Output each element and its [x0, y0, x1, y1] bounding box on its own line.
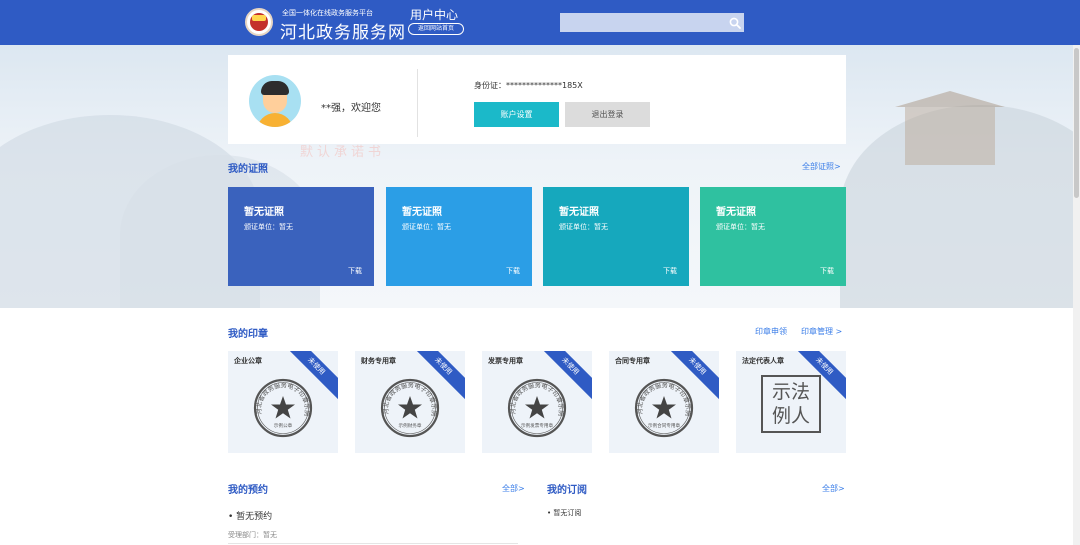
user-center-title: 用户中心	[410, 8, 459, 22]
account-settings-button[interactable]: 账户设置	[474, 102, 559, 127]
subscriptions-title: 我的订阅	[547, 485, 587, 496]
subscription-item: • 暂无订阅	[547, 509, 582, 517]
certificate-card[interactable]: 暂无证照 颁证单位：暂无 下载	[543, 187, 689, 286]
certificate-download-link[interactable]: 下载	[663, 266, 677, 276]
appointments-title: 我的预约	[228, 485, 268, 496]
search-icon	[729, 17, 741, 29]
certificate-card[interactable]: 暂无证照 颁证单位：暂无 下载	[386, 187, 532, 286]
profile-card: **强，欢迎您 身份证：**************185X 账户设置 退出登录	[228, 55, 846, 144]
seal-star-icon	[271, 396, 295, 419]
certificate-unit: 颁证单位：暂无	[716, 223, 765, 231]
seal-name: 财务专用章	[361, 357, 396, 365]
top-bar: 全国一体化在线政务服务平台 河北政务服务网 用户中心 返回网站首页	[0, 0, 1080, 45]
seal-center-text: 示例合同专用章	[648, 422, 681, 429]
seal-card[interactable]: 法定代表人章 未使用 示 法 例 人	[736, 351, 846, 453]
seal-stamp-icon: 河北省政务服务电子印章示例示例合同专用章	[634, 378, 694, 438]
all-appointments-link[interactable]: 全部>	[502, 483, 525, 494]
id-card-number: 身份证：**************185X	[474, 81, 583, 90]
search-input[interactable]	[560, 13, 744, 32]
logout-button[interactable]: 退出登录	[565, 102, 650, 127]
certificate-unit: 颁证单位：暂无	[559, 223, 608, 231]
appointment-dept: 受理部门：暂无	[228, 531, 277, 539]
scrollbar-thumb[interactable]	[1074, 48, 1079, 198]
certificate-download-link[interactable]: 下载	[348, 266, 362, 276]
seal-card[interactable]: 合同专用章 未使用 河北省政务服务电子印章示例 示例合同专用章	[609, 351, 719, 453]
certificate-unit: 颁证单位：暂无	[402, 223, 451, 231]
certificate-title: 暂无证照	[716, 207, 756, 218]
search-button[interactable]	[726, 13, 744, 32]
certificate-title: 暂无证照	[402, 207, 442, 218]
certificate-download-link[interactable]: 下载	[506, 266, 520, 276]
welcome-text: **强，欢迎您	[321, 103, 381, 114]
seal-star-icon	[525, 396, 549, 419]
back-home-button[interactable]: 返回网站首页	[408, 23, 464, 35]
certificate-card[interactable]: 暂无证照 颁证单位：暂无 下载	[700, 187, 846, 286]
site-name[interactable]: 河北政务服务网	[280, 18, 406, 43]
certificate-title: 暂无证照	[559, 207, 599, 218]
seals-title: 我的印章	[228, 329, 268, 340]
background-watermark: 默认承诺书	[300, 145, 386, 160]
seal-center-text: 示例公章	[274, 422, 293, 429]
legal-seal-char: 示	[771, 381, 791, 403]
seal-stamp-icon: 河北省政务服务电子印章示例示例发票专用章	[507, 378, 567, 438]
seal-card[interactable]: 财务专用章 未使用 河北省政务服务电子印章示例 示例财务章	[355, 351, 465, 453]
seal-stamp-icon: 河北省政务服务电子印章示例示例公章	[253, 378, 313, 438]
avatar	[249, 75, 301, 127]
seal-card[interactable]: 发票专用章 未使用 河北省政务服务电子印章示例 示例发票专用章	[482, 351, 592, 453]
seal-name: 法定代表人章	[742, 357, 784, 365]
site-logo-icon[interactable]	[245, 8, 273, 36]
seal-star-icon	[398, 396, 422, 419]
seal-stamp-icon: 河北省政务服务电子印章示例示例财务章	[380, 378, 440, 438]
profile-divider	[417, 69, 418, 137]
certificate-title: 暂无证照	[244, 207, 284, 218]
seal-manage-link[interactable]: 印章管理 >	[801, 326, 842, 337]
seal-apply-link[interactable]: 印章申领	[755, 326, 787, 337]
certificate-card[interactable]: 暂无证照 颁证单位：暂无 下载	[228, 187, 374, 286]
seal-name: 企业公章	[234, 357, 262, 365]
certificate-download-link[interactable]: 下载	[820, 266, 834, 276]
legal-seal-char: 法	[791, 381, 811, 403]
seal-name: 合同专用章	[615, 357, 650, 365]
legal-seal-char: 人	[791, 405, 811, 427]
seal-center-text: 示例发票专用章	[521, 422, 554, 429]
seal-name: 发票专用章	[488, 357, 523, 365]
legal-rep-seal-stamp: 示 法 例 人	[761, 375, 821, 433]
seal-center-text: 示例财务章	[399, 422, 422, 429]
divider-line	[228, 543, 518, 544]
certificates-title: 我的证照	[228, 164, 268, 175]
all-certificates-link[interactable]: 全部证照>	[802, 161, 841, 172]
legal-seal-char: 例	[771, 405, 791, 427]
certificate-unit: 颁证单位：暂无	[244, 223, 293, 231]
appointment-item: • 暂无预约	[228, 512, 273, 522]
seal-card[interactable]: 企业公章 未使用 河北省政务服务电子印章示例 示例公章	[228, 351, 338, 453]
platform-tagline: 全国一体化在线政务服务平台	[282, 9, 373, 17]
all-subscriptions-link[interactable]: 全部>	[822, 483, 845, 494]
seal-star-icon	[652, 396, 676, 419]
